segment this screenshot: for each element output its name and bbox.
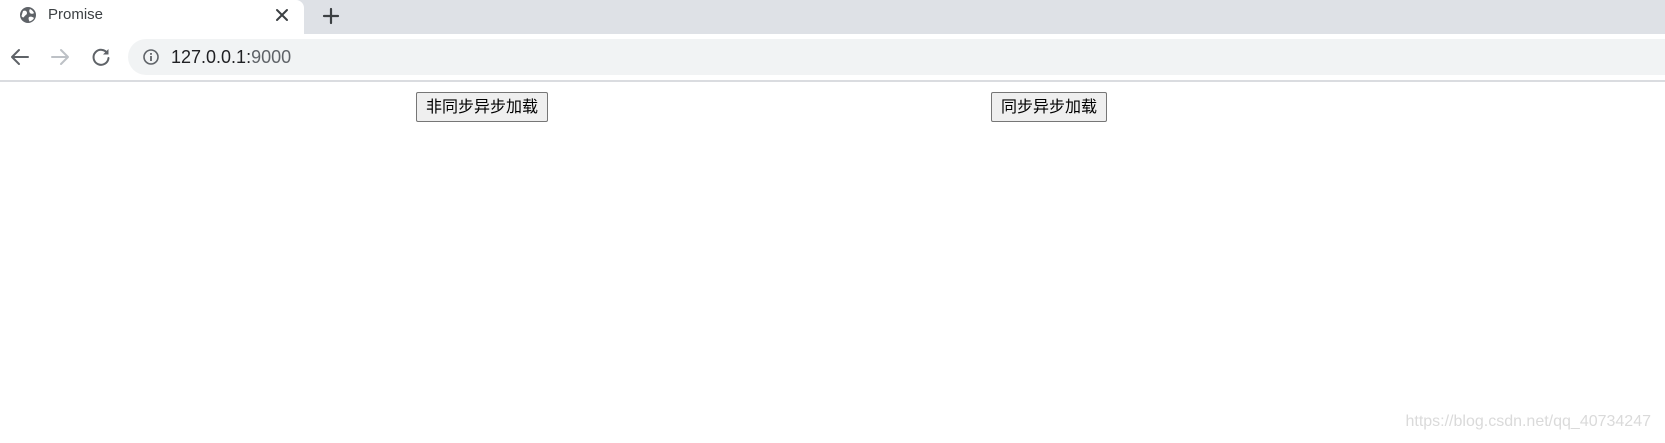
tab-promise[interactable]: Promise: [0, 0, 304, 34]
watermark: https://blog.csdn.net/qq_40734247: [1405, 413, 1651, 430]
url-text[interactable]: 127.0.0.1:9000: [171, 47, 291, 67]
non-sync-async-load-button[interactable]: 非同步异步加载: [416, 92, 549, 122]
info-icon[interactable]: [142, 48, 160, 66]
page-content: 非同步异步加载 同步异步加载 https://blog.csdn.net/qq_…: [0, 82, 1665, 443]
globe-icon: [20, 7, 36, 23]
url-host: 127.0.0.1:: [171, 47, 252, 67]
tab-strip: Promise: [0, 0, 1665, 34]
tab-title: Promise: [48, 6, 104, 23]
browser-window: Promise 127.0.0.1:9000 非同步异步加载 同步异步加载 ht…: [0, 0, 1665, 443]
url-port: 9000: [251, 47, 292, 67]
forward-arrow-icon[interactable]: [48, 45, 72, 69]
sync-async-load-button[interactable]: 同步异步加载: [991, 92, 1108, 122]
reload-icon[interactable]: [89, 45, 113, 69]
address-bar[interactable]: 127.0.0.1:9000: [128, 39, 1665, 75]
close-icon[interactable]: [273, 6, 291, 24]
browser-toolbar: 127.0.0.1:9000: [0, 34, 1665, 82]
new-tab-plus-icon[interactable]: [319, 4, 343, 28]
back-arrow-icon[interactable]: [8, 45, 32, 69]
